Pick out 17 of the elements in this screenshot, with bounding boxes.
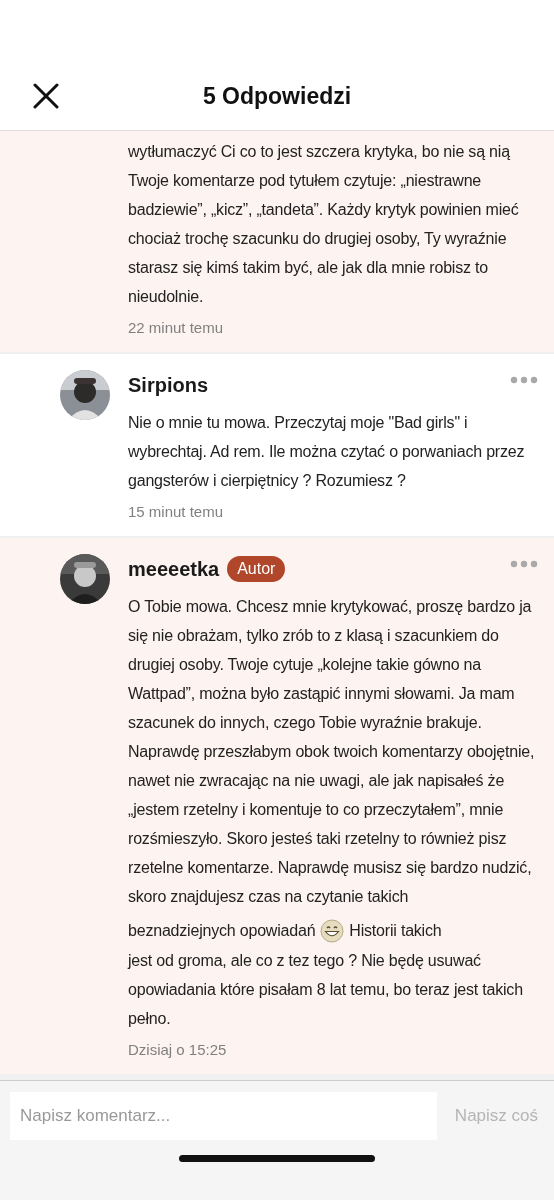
comment-text: jest od groma, ale co z tez tego ? Nie będę usuwać opowiadania które pisałam 8 lat temu, bo teraz jest takich pełno. xyxy=(128,952,523,1027)
author-badge: Autor xyxy=(227,556,286,582)
comment-time: 15 minut temu xyxy=(128,503,224,520)
screen-title: 5 Odpowiedzi xyxy=(202,82,352,110)
author-name[interactable]: Sirpions xyxy=(128,373,208,397)
comment-text: beznadziejnych opowiadań xyxy=(128,921,316,941)
comment-text: Nie o mnie tu mowa. Przeczytaj moje "Bad girls" i wybrechtaj. Ad rem. Ile można czytać o porwaniach przez gangsterów i cierpiętnicy ? Rozumiesz ? xyxy=(128,414,525,489)
grinning-face-icon xyxy=(320,918,345,943)
more-options-icon[interactable] xyxy=(510,560,538,568)
comment-input-field[interactable]: Napisz komentarz... xyxy=(10,1092,437,1140)
author-name[interactable]: meeeetka xyxy=(128,557,220,581)
close-icon[interactable] xyxy=(33,83,59,109)
comment-time: 22 minut temu xyxy=(128,319,224,336)
comment-text: Historii takich xyxy=(349,921,442,941)
more-options-icon[interactable] xyxy=(510,376,538,384)
comment-text: wytłumaczyć Ci co to jest szczera krytyka, bo nie są nią Twoje komentarze pod tytułem czytuje: „niestrawne badziewie”, „kicz”, „tandeta”. Każdy krytyk powinien mieć chociaż trochę szacunku do drugiej osoby, Ty wyraźnie starasz się kimś takim być, ale jak dla mnie robisz to nieudolnie. xyxy=(128,143,519,305)
comment-time: Dzisiaj o 15:25 xyxy=(128,1041,227,1058)
